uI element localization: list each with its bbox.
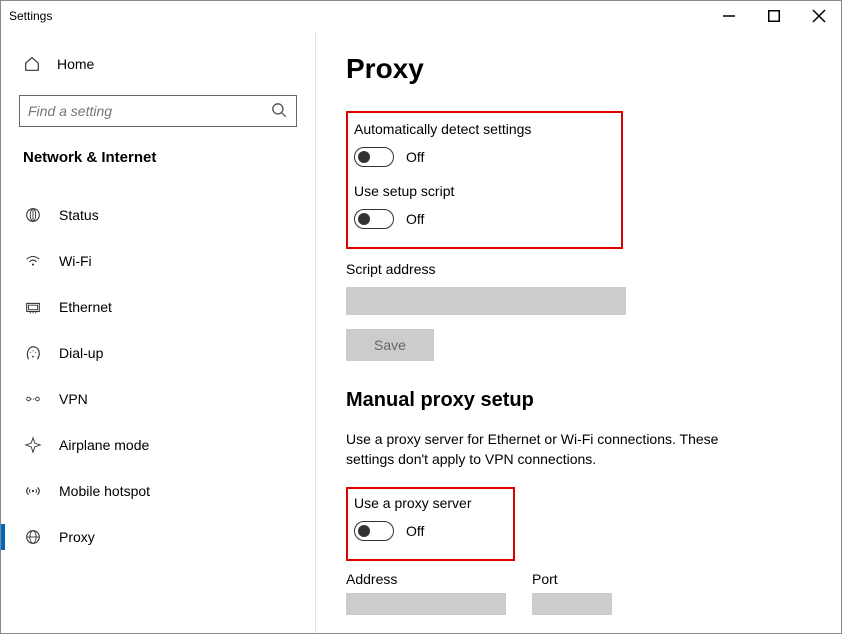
- sidebar-item-ethernet[interactable]: Ethernet: [1, 284, 315, 330]
- sidebar-item-vpn[interactable]: VPN: [1, 376, 315, 422]
- use-proxy-toggle[interactable]: [354, 521, 394, 541]
- search-box[interactable]: [19, 95, 297, 127]
- auto-detect-label: Automatically detect settings: [354, 121, 531, 137]
- sidebar-item-status[interactable]: Status: [1, 192, 315, 238]
- wifi-icon: [23, 252, 43, 270]
- sidebar-item-label: Ethernet: [59, 299, 112, 315]
- sidebar-item-airplane[interactable]: Airplane mode: [1, 422, 315, 468]
- port-input: [532, 593, 612, 615]
- address-label: Address: [346, 571, 506, 587]
- sidebar-item-label: Airplane mode: [59, 437, 149, 453]
- home-label: Home: [57, 56, 94, 72]
- use-proxy-state: Off: [406, 523, 424, 539]
- page-title: Proxy: [346, 53, 841, 85]
- close-button[interactable]: [796, 1, 841, 31]
- dialup-icon: [23, 344, 43, 362]
- hotspot-icon: [23, 482, 43, 500]
- airplane-icon: [23, 436, 43, 454]
- sidebar-item-label: Status: [59, 207, 99, 223]
- minimize-button[interactable]: [706, 1, 751, 31]
- sidebar-item-wifi[interactable]: Wi-Fi: [1, 238, 315, 284]
- sidebar-item-hotspot[interactable]: Mobile hotspot: [1, 468, 315, 514]
- setup-script-toggle[interactable]: [354, 209, 394, 229]
- auto-detect-state: Off: [406, 149, 424, 165]
- sidebar-item-label: Dial-up: [59, 345, 103, 361]
- main-panel: Proxy Automatically detect settings Off …: [316, 31, 841, 633]
- window-title: Settings: [9, 9, 52, 23]
- highlight-manual-proxy: Use a proxy server Off: [346, 487, 515, 561]
- sidebar-item-label: Mobile hotspot: [59, 483, 150, 499]
- setup-script-state: Off: [406, 211, 424, 227]
- sidebar-item-dialup[interactable]: Dial-up: [1, 330, 315, 376]
- sidebar-item-label: VPN: [59, 391, 88, 407]
- script-address-input: [346, 287, 626, 315]
- port-label: Port: [532, 571, 612, 587]
- highlight-auto-setup: Automatically detect settings Off Use se…: [346, 111, 623, 249]
- sidebar-item-label: Proxy: [59, 529, 95, 545]
- status-icon: [23, 206, 43, 224]
- address-input: [346, 593, 506, 615]
- save-button: Save: [346, 329, 434, 361]
- proxy-icon: [23, 528, 43, 546]
- home-icon: [23, 55, 41, 73]
- home-nav[interactable]: Home: [1, 49, 315, 79]
- manual-setup-description: Use a proxy server for Ethernet or Wi-Fi…: [346, 430, 766, 469]
- auto-detect-toggle[interactable]: [354, 147, 394, 167]
- sidebar-item-proxy[interactable]: Proxy: [1, 514, 315, 560]
- category-heading: Network & Internet: [1, 147, 315, 172]
- search-input[interactable]: [28, 103, 270, 119]
- use-proxy-label: Use a proxy server: [354, 495, 471, 511]
- maximize-button[interactable]: [751, 1, 796, 31]
- sidebar: Home Network & Internet Status Wi-Fi: [1, 31, 316, 633]
- setup-script-label: Use setup script: [354, 183, 531, 199]
- vpn-icon: [23, 390, 43, 408]
- sidebar-item-label: Wi-Fi: [59, 253, 92, 269]
- search-icon: [270, 101, 288, 122]
- script-address-label: Script address: [346, 261, 841, 277]
- ethernet-icon: [23, 298, 43, 316]
- window-controls: [706, 1, 841, 31]
- manual-setup-heading: Manual proxy setup: [346, 389, 841, 412]
